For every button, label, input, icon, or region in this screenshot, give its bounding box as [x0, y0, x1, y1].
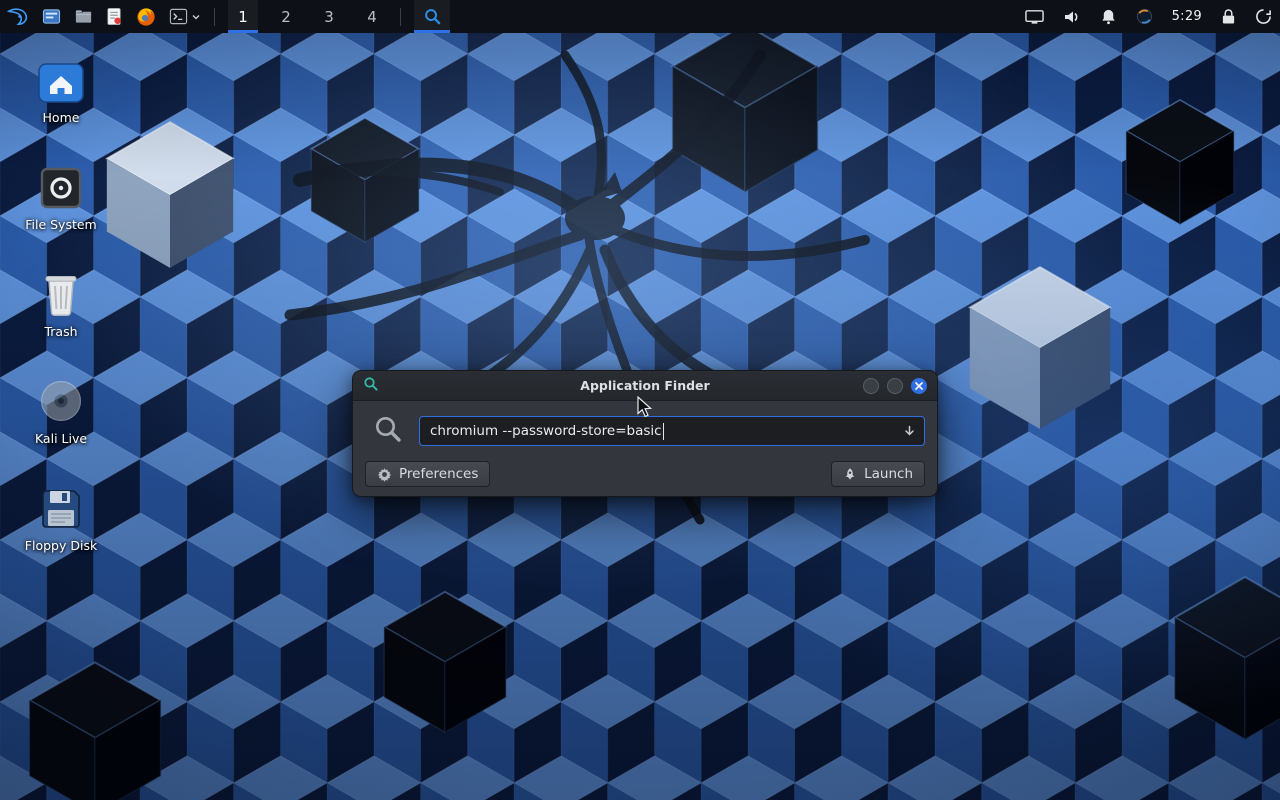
window-title: Application Finder [353, 378, 937, 393]
preferences-button-label: Preferences [399, 466, 478, 482]
close-icon [915, 382, 923, 390]
preferences-button[interactable]: Preferences [365, 461, 490, 487]
workspace-1[interactable]: 1 [228, 0, 258, 33]
panel-status-tray: 5:29 [1025, 0, 1272, 33]
workspace-2[interactable]: 2 [271, 0, 301, 33]
launch-button-label: Launch [864, 466, 913, 482]
firefox-icon [136, 7, 156, 27]
display-icon [1025, 9, 1044, 25]
mouse-cursor [636, 396, 656, 418]
history-dropdown-arrow-icon[interactable] [903, 425, 916, 438]
desktop-icon-label: Floppy Disk [25, 539, 97, 553]
kali-menu-button[interactable] [6, 0, 29, 33]
desktop-icon-kali-live[interactable]: Kali Live [14, 377, 108, 446]
floppy-disk-icon [38, 484, 84, 532]
close-button[interactable] [911, 378, 927, 394]
chevron-down-icon [191, 12, 201, 22]
volume-icon [1063, 9, 1081, 25]
lock-button[interactable] [1221, 0, 1236, 33]
top-panel: 1 2 3 4 [0, 0, 1280, 33]
hard-disk-icon [38, 163, 84, 211]
application-finder-icon [423, 7, 442, 26]
notifications-button[interactable] [1100, 0, 1117, 33]
button-row: Preferences Launch [365, 461, 925, 487]
gear-icon [377, 467, 392, 482]
panel-separator [400, 8, 401, 26]
display-tray-button[interactable] [1025, 0, 1044, 33]
logout-button[interactable] [1255, 0, 1272, 33]
desktop-icon-label: Kali Live [35, 432, 87, 446]
search-input[interactable]: chromium --password-store=basic [419, 416, 925, 446]
folder-icon [74, 7, 93, 26]
bell-icon [1100, 8, 1117, 25]
desktop-icon-label: Trash [44, 325, 77, 339]
status-orb-button[interactable] [1136, 0, 1153, 33]
text-editor-button[interactable] [106, 0, 123, 33]
status-orb-icon [1136, 8, 1153, 25]
desktop-icon-home[interactable]: Home [14, 56, 108, 125]
terminal-button[interactable] [169, 0, 201, 33]
window-icon-application-finder [363, 376, 379, 396]
desktop-icon-floppy-disk[interactable]: Floppy Disk [14, 484, 108, 553]
volume-button[interactable] [1063, 0, 1081, 33]
window-controls [863, 371, 927, 401]
panel-separator [214, 8, 215, 26]
kali-menu-icon [6, 5, 29, 28]
lock-icon [1221, 8, 1236, 25]
search-row: chromium --password-store=basic [365, 414, 925, 448]
minimize-button[interactable] [863, 378, 879, 394]
desktop-icon-trash[interactable]: Trash [14, 270, 108, 339]
file-manager-button[interactable] [42, 0, 61, 33]
text-caret [663, 423, 665, 440]
taskbar-item-application-finder[interactable] [414, 0, 450, 33]
desktop-icon-file-system[interactable]: File System [14, 163, 108, 232]
terminal-icon [169, 7, 188, 26]
folder-button[interactable] [74, 0, 93, 33]
search-icon [373, 414, 403, 448]
logout-icon [1255, 8, 1272, 25]
workspace-4[interactable]: 4 [357, 0, 387, 33]
desktop-icon-label: Home [43, 111, 80, 125]
home-folder-icon [37, 56, 85, 104]
optical-disc-icon [37, 377, 85, 425]
search-input-value: chromium --password-store=basic [430, 423, 662, 439]
desktop-icon-label: File System [25, 218, 97, 232]
launch-icon [843, 467, 857, 482]
trash-can-icon [40, 270, 82, 318]
application-finder-window: Application Finder [352, 370, 938, 497]
panel-clock[interactable]: 5:29 [1172, 9, 1202, 24]
firefox-button[interactable] [136, 0, 156, 33]
file-manager-icon [42, 7, 61, 26]
workspace-3[interactable]: 3 [314, 0, 344, 33]
maximize-button[interactable] [887, 378, 903, 394]
text-editor-icon [106, 7, 123, 26]
launch-button[interactable]: Launch [831, 461, 925, 487]
